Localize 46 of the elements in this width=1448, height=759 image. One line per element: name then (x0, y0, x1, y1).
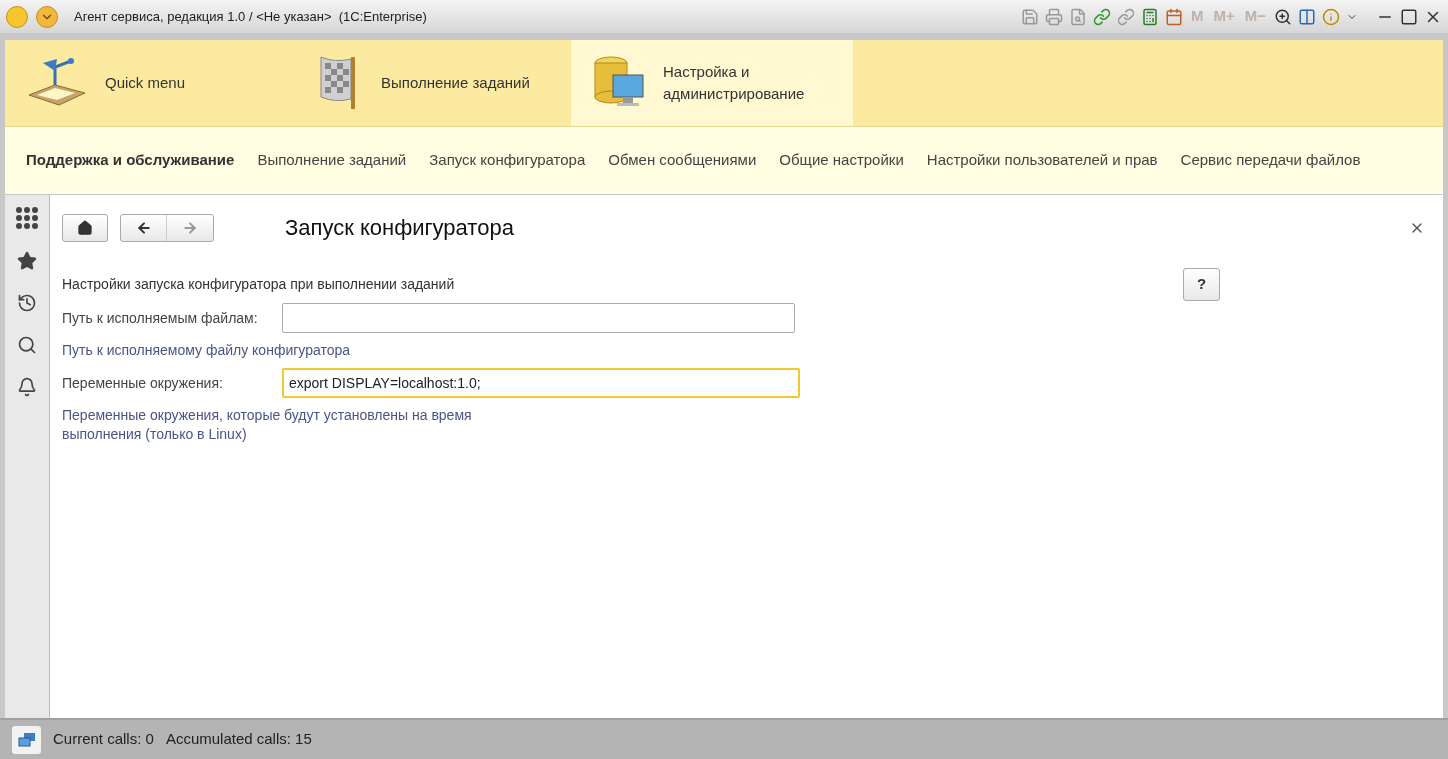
subsection-link[interactable]: Общие настройки (779, 149, 904, 172)
form-title: Запуск конфигуратора (285, 214, 514, 242)
forward-arrow-icon (182, 219, 198, 236)
star-icon[interactable] (17, 251, 37, 271)
calendar-icon[interactable] (1164, 7, 1183, 26)
subsection-link[interactable]: Запуск конфигуратора (429, 149, 586, 172)
panel-layout-icon[interactable] (1298, 7, 1316, 26)
home-icon (77, 219, 93, 236)
window-title: Агент сервиса, редакция 1.0 / <Не указан> (1C:Enterprise) (74, 7, 427, 26)
current-calls: Current calls: 0 (53, 729, 154, 750)
apps-grid-icon[interactable] (16, 207, 38, 229)
section-heading: Настройки запуска конфигуратора при выполнении заданий (62, 275, 455, 294)
subsection-link[interactable]: Обмен сообщениями (608, 149, 757, 172)
section-tab[interactable]: Quick menu (5, 40, 295, 126)
search-icon[interactable] (17, 335, 37, 355)
link-icon[interactable] (1116, 7, 1135, 26)
bell-icon[interactable] (17, 377, 37, 397)
subsection-link[interactable]: Сервис передачи файлов (1180, 149, 1361, 172)
input-field[interactable]: export DISPLAY=localhost:1.0; (282, 368, 800, 398)
section-label: Выполнение заданий (381, 72, 531, 93)
subsection-link[interactable]: Настройки пользователей и прав (926, 149, 1158, 172)
save-icon[interactable] (1020, 7, 1039, 26)
menu-dropdown-icon[interactable] (36, 5, 58, 28)
section-tab[interactable]: Настройка и администрирование (571, 40, 853, 126)
calculator-icon[interactable] (1140, 7, 1159, 26)
field-hint: Переменные окружения, которые будут установлены на время выполнения (только в Linux) (62, 406, 473, 444)
history-icon[interactable] (17, 293, 37, 313)
field-label: Путь к исполняемым файлам: (62, 308, 259, 328)
field-hint: Путь к исполняемому файлу конфигуратора (62, 341, 352, 360)
section-label: Quick menu (105, 72, 187, 93)
info-icon[interactable] (1322, 7, 1340, 26)
zoom-icon[interactable] (1274, 7, 1292, 26)
preview-icon[interactable] (1068, 7, 1087, 26)
section-label: Настройка и администрирование (663, 61, 806, 104)
print-icon[interactable] (1044, 7, 1063, 26)
section-tab[interactable]: Выполнение заданий (295, 40, 571, 126)
help-button[interactable]: ? (1183, 268, 1220, 301)
link-icon[interactable] (1092, 7, 1111, 26)
field-label: Переменные окружения: (62, 373, 224, 393)
subsection-link[interactable]: Поддержка и обслуживание (26, 149, 235, 172)
subsection-link[interactable]: Выполнение заданий (257, 149, 407, 172)
input-field[interactable] (282, 303, 795, 333)
maximize-icon[interactable] (1400, 7, 1418, 26)
home-button[interactable] (62, 213, 108, 242)
accumulated-calls: Accumulated calls: 15 (165, 729, 312, 750)
network-icon[interactable] (12, 725, 41, 754)
